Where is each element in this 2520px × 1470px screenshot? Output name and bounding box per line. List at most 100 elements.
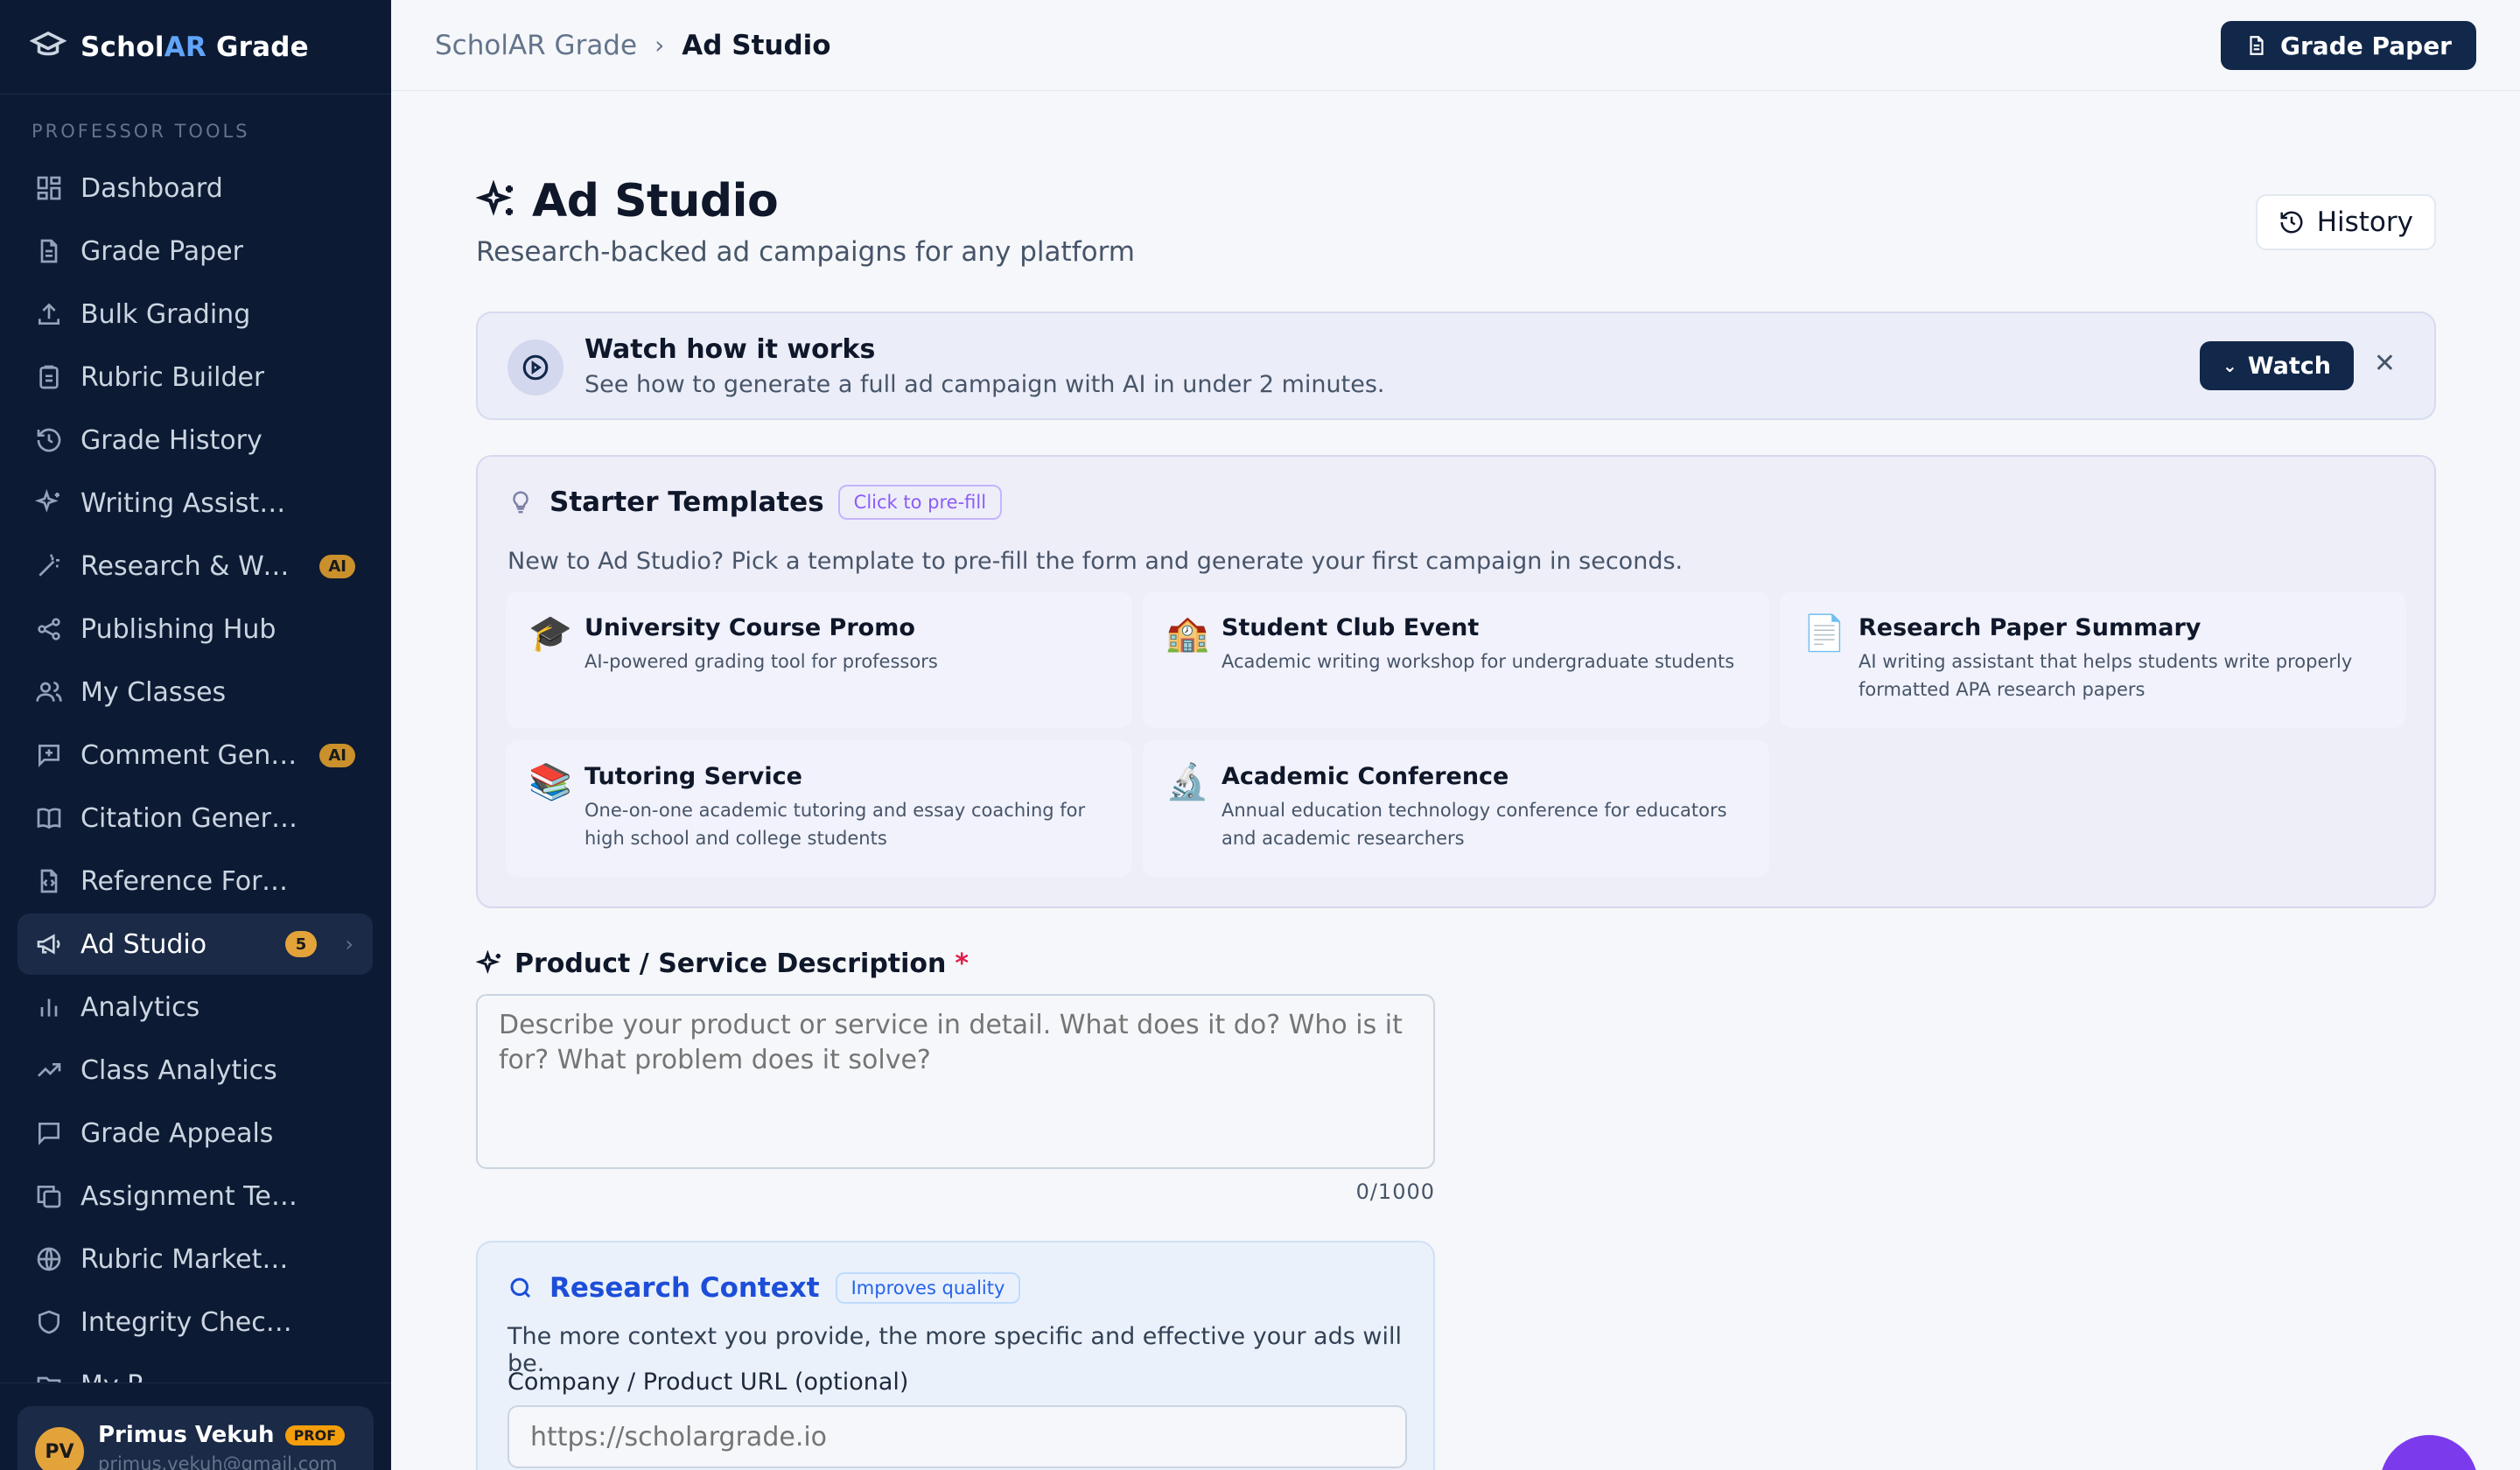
sidebar-item-label: Citation Generator bbox=[80, 802, 299, 834]
required-marker: * bbox=[955, 948, 970, 979]
sidebar-item-analytics[interactable]: Analytics bbox=[18, 976, 373, 1038]
sidebar-item-comment-gene[interactable]: Comment Gene... AI bbox=[18, 724, 373, 786]
count-badge: 5 bbox=[285, 931, 317, 957]
sidebar-item-label: Dashboard bbox=[80, 172, 223, 204]
sidebar-item-grade-appeals[interactable]: Grade Appeals bbox=[18, 1102, 373, 1164]
sidebar-item-label: Grade Appeals bbox=[80, 1117, 274, 1149]
template-card[interactable]: 📚 Tutoring Service One-on-one academic tut… bbox=[506, 740, 1132, 877]
sidebar: ScholAR Grade PROFESSOR TOOLS Dashboard G… bbox=[0, 0, 391, 1470]
help-chat-button[interactable] bbox=[2380, 1435, 2478, 1470]
wand-icon bbox=[33, 550, 65, 582]
grade-paper-button[interactable]: Grade Paper bbox=[2221, 21, 2476, 70]
template-description: Academic writing workshop for undergradu… bbox=[1222, 651, 1735, 672]
brand-name: ScholAR Grade bbox=[80, 31, 309, 63]
sidebar-item-rubric-marketplace[interactable]: Rubric Marketplace bbox=[18, 1228, 373, 1290]
research-title: Research Context bbox=[550, 1272, 820, 1304]
templates-title: Starter Templates bbox=[550, 486, 824, 518]
prefill-pill: Click to pre-fill bbox=[837, 485, 1003, 520]
shield-icon bbox=[33, 1306, 65, 1338]
sidebar-item-writing-assistant[interactable]: Writing Assistant bbox=[18, 472, 373, 534]
sidebar-item-research-wri[interactable]: Research & Wri... AI bbox=[18, 536, 373, 597]
ai-badge: AI bbox=[319, 743, 355, 767]
sidebar-item-label: Writing Assistant bbox=[80, 487, 299, 519]
template-card[interactable]: 📄 Research Paper Summary AI writing assist… bbox=[1780, 592, 2406, 728]
sidebar-item-assignment-templa[interactable]: Assignment Templa... bbox=[18, 1166, 373, 1227]
sidebar-item-ad-studio[interactable]: Ad Studio 5 › bbox=[18, 914, 373, 975]
bar-chart-icon bbox=[33, 991, 65, 1023]
sidebar-item-citation-generator[interactable]: Citation Generator bbox=[18, 788, 373, 849]
lightbulb-icon bbox=[513, 491, 528, 514]
watch-banner: Watch how it works See how to generate a… bbox=[476, 312, 2436, 420]
template-emoji-icon: 🏫 bbox=[1166, 613, 1209, 654]
url-input[interactable] bbox=[508, 1405, 1407, 1468]
starter-templates: Starter Templates Click to pre-fill New … bbox=[476, 455, 2436, 908]
play-icon[interactable] bbox=[508, 340, 564, 396]
template-name: Academic Conference bbox=[1222, 763, 1509, 790]
user-card[interactable]: PV Primus Vekuh PROF primus.vekuh@gmail.c… bbox=[18, 1406, 374, 1470]
sparkle-icon bbox=[33, 487, 65, 519]
user-name: Primus Vekuh bbox=[98, 1422, 275, 1448]
copy-icon bbox=[33, 1180, 65, 1212]
sidebar-item-integrity-checker[interactable]: Integrity Checker bbox=[18, 1292, 373, 1353]
sidebar-item-label: Class Analytics bbox=[80, 1054, 277, 1086]
sidebar-item-dashboard[interactable]: Dashboard bbox=[18, 158, 373, 219]
sidebar-item-reference-formatter[interactable]: Reference Formatter bbox=[18, 850, 373, 912]
brand[interactable]: ScholAR Grade bbox=[0, 0, 391, 94]
sidebar-item-label: Ad Studio bbox=[80, 928, 207, 960]
product-label-text: Product / Service Description bbox=[514, 948, 947, 979]
breadcrumb-root[interactable]: ScholAR Grade bbox=[435, 30, 637, 61]
template-name: University Course Promo bbox=[584, 614, 915, 641]
templates-description: New to Ad Studio? Pick a template to pre… bbox=[508, 548, 1684, 575]
main-content: Ad Studio Research-backed ad campaigns f… bbox=[476, 91, 2436, 1470]
watch-title: Watch how it works bbox=[584, 334, 876, 365]
watch-button[interactable]: ⌄ Watch bbox=[2200, 341, 2354, 390]
sidebar-item-bulk-grading[interactable]: Bulk Grading bbox=[18, 284, 373, 345]
sidebar-item-my-classes[interactable]: My Classes bbox=[18, 662, 373, 723]
char-count: 0/1000 bbox=[1355, 1180, 1435, 1204]
sidebar-item-label: Integrity Checker bbox=[80, 1306, 299, 1338]
chevron-right-icon: › bbox=[345, 932, 354, 956]
file-code-icon bbox=[33, 865, 65, 897]
page-subtitle: Research-backed ad campaigns for any pla… bbox=[476, 236, 1135, 268]
improves-quality-pill: Improves quality bbox=[835, 1272, 1021, 1304]
sidebar-item-grade-history[interactable]: Grade History bbox=[18, 410, 373, 471]
sidebar-item-label: Analytics bbox=[80, 991, 200, 1023]
sidebar-item-label: Bulk Grading bbox=[80, 298, 251, 330]
sidebar-item-label: Publishing Hub bbox=[80, 613, 276, 645]
template-card[interactable]: 🏫 Student Club Event Academic writing work… bbox=[1143, 592, 1769, 728]
template-description: AI-powered grading tool for professors bbox=[584, 651, 938, 672]
sidebar-item-publishing-hub[interactable]: Publishing Hub bbox=[18, 598, 373, 660]
ai-badge: AI bbox=[319, 554, 355, 578]
grade-paper-label: Grade Paper bbox=[2280, 31, 2452, 60]
sidebar-item-rubric-builder[interactable]: Rubric Builder bbox=[18, 346, 373, 408]
history-button[interactable]: History bbox=[2255, 194, 2436, 250]
template-name: Tutoring Service bbox=[584, 763, 802, 790]
template-card[interactable]: 🎓 University Course Promo AI-powered gradi… bbox=[506, 592, 1132, 728]
section-label: PROFESSOR TOOLS bbox=[32, 121, 250, 142]
document-icon bbox=[2250, 36, 2264, 55]
sidebar-item-grade-paper[interactable]: Grade Paper bbox=[18, 220, 373, 282]
history-icon bbox=[33, 424, 65, 456]
watch-description: See how to generate a full ad campaign w… bbox=[584, 371, 1385, 398]
sidebar-item-label: Rubric Builder bbox=[80, 361, 265, 393]
close-icon[interactable]: ✕ bbox=[2374, 348, 2396, 379]
sidebar-item-class-analytics[interactable]: Class Analytics bbox=[18, 1040, 373, 1101]
watch-label: Watch bbox=[2247, 352, 2331, 380]
history-label: History bbox=[2316, 206, 2413, 238]
template-description: One-on-one academic tutoring and essay c… bbox=[584, 800, 1086, 849]
template-card[interactable]: 🔬 Academic Conference Annual education tec… bbox=[1143, 740, 1769, 877]
graduation-cap-icon bbox=[29, 27, 67, 67]
research-context: Research Context Improves quality The mo… bbox=[476, 1241, 1435, 1470]
top-bar: ScholAR Grade › Ad Studio Grade Paper bbox=[391, 0, 2520, 91]
book-icon bbox=[33, 802, 65, 834]
sidebar-item-label: Reference Formatter bbox=[80, 865, 299, 897]
template-emoji-icon: 📚 bbox=[528, 762, 572, 802]
sidebar-item-label: Grade Paper bbox=[80, 235, 243, 267]
template-emoji-icon: 📄 bbox=[1802, 613, 1846, 654]
url-label: Company / Product URL (optional) bbox=[508, 1368, 909, 1396]
template-description: Annual education technology conference f… bbox=[1222, 800, 1727, 849]
sidebar-item-label: Research & Wri... bbox=[80, 550, 299, 582]
product-description-textarea[interactable] bbox=[476, 994, 1435, 1169]
search-icon bbox=[510, 1278, 531, 1298]
breadcrumb-separator: › bbox=[654, 31, 665, 60]
